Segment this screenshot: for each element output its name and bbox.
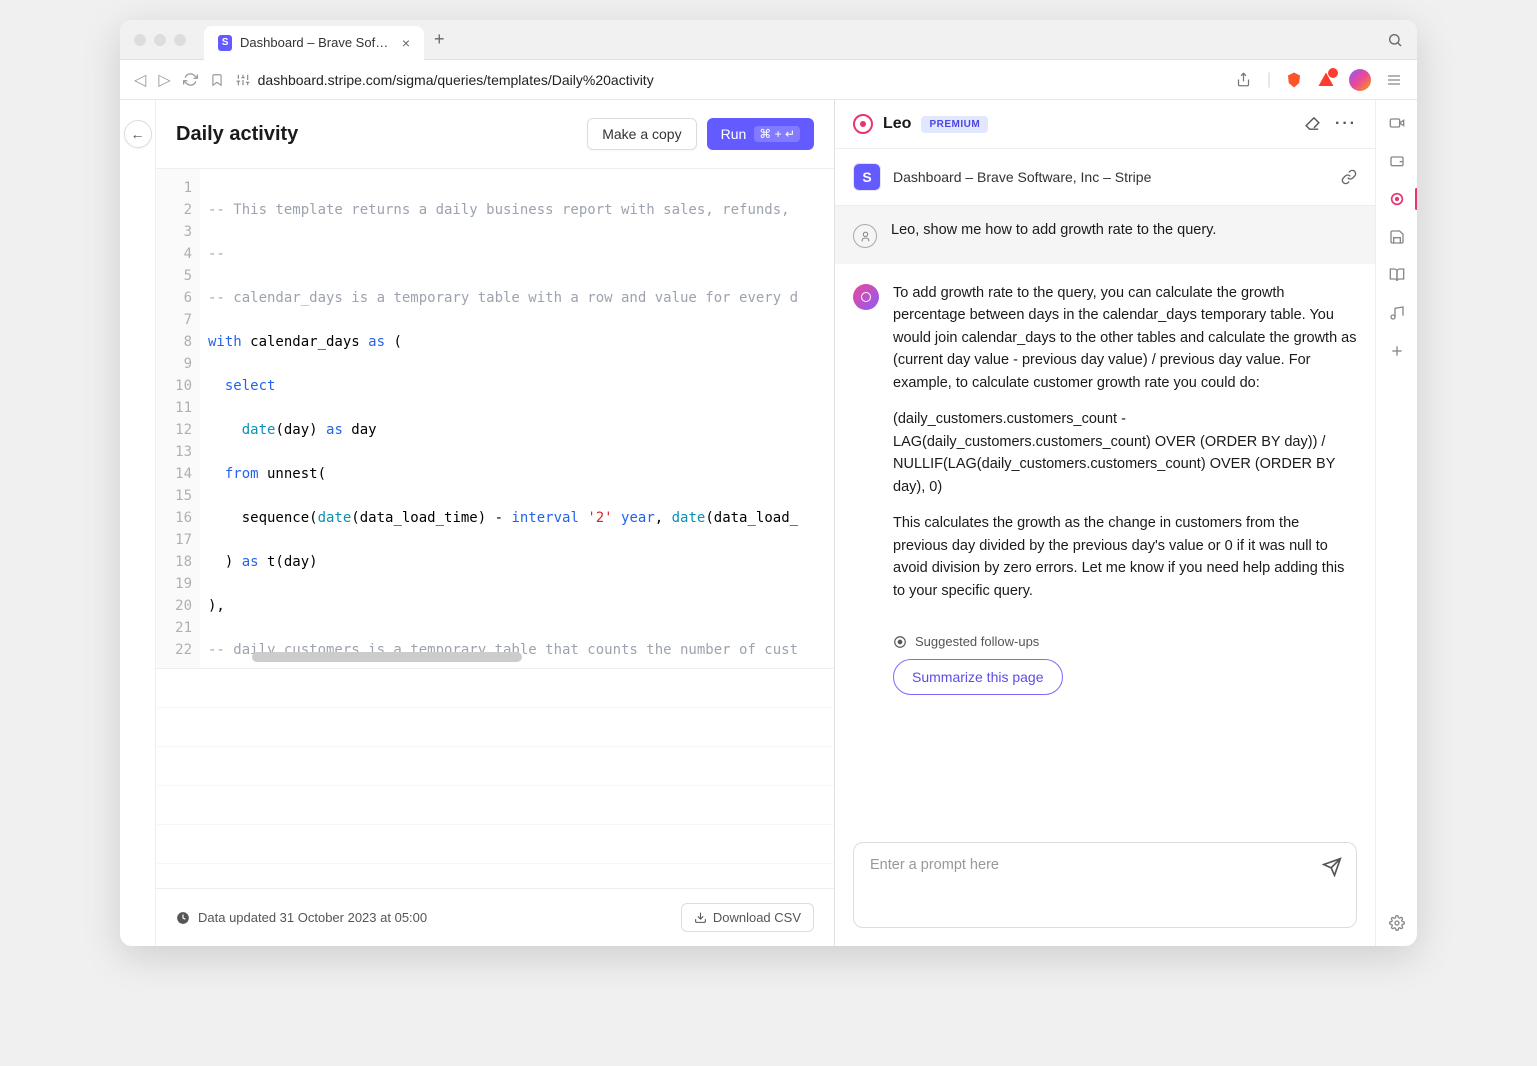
minimize-window[interactable] (154, 34, 166, 46)
music-icon[interactable] (1388, 304, 1406, 322)
user-avatar-icon (853, 224, 877, 248)
erase-icon[interactable] (1304, 115, 1321, 133)
leo-sidebar: Leo PREMIUM ··· S Dashboard – Brave Soft… (835, 100, 1375, 946)
follow-ups-label: Suggested follow-ups (893, 634, 1357, 649)
user-message-text: Leo, show me how to add growth rate to t… (891, 222, 1216, 238)
tab-title: Dashboard – Brave Software, (240, 35, 390, 50)
context-row: S Dashboard – Brave Software, Inc – Stri… (835, 149, 1375, 206)
follow-ups: Suggested follow-ups Summarize this page (835, 634, 1375, 713)
brave-rewards-icon[interactable] (1317, 71, 1335, 89)
reader-icon[interactable] (1388, 266, 1406, 284)
maximize-window[interactable] (174, 34, 186, 46)
context-title: Dashboard – Brave Software, Inc – Stripe (893, 169, 1151, 185)
site-settings-icon (236, 73, 250, 87)
right-rail (1375, 100, 1417, 946)
ai-avatar-icon (853, 284, 879, 310)
editor-footer: Data updated 31 October 2023 at 05:00 Do… (156, 888, 834, 946)
sparkle-icon (893, 635, 907, 649)
send-icon[interactable] (1322, 857, 1342, 877)
reload-button[interactable] (183, 72, 198, 87)
main-panel: Daily activity Make a copy Run ⌘ + ↵ 123… (156, 100, 835, 946)
stripe-favicon: S (218, 35, 232, 51)
bookmark-icon[interactable] (210, 73, 224, 87)
page-back-button[interactable]: ← (124, 120, 152, 148)
chat-area: Leo, show me how to add growth rate to t… (835, 206, 1375, 828)
line-gutter: 12345678910111213141516171819202122 (156, 169, 200, 668)
context-favicon: S (853, 163, 881, 191)
tab-search-icon[interactable] (1387, 32, 1403, 48)
profile-avatar[interactable] (1349, 69, 1371, 91)
browser-window: S Dashboard – Brave Software, × + ◁ ▷ da… (120, 20, 1417, 946)
sql-editor[interactable]: 12345678910111213141516171819202122 -- T… (156, 168, 834, 668)
results-area (156, 668, 834, 888)
make-copy-button[interactable]: Make a copy (587, 118, 696, 150)
clock-icon (176, 911, 190, 925)
window-controls (134, 34, 186, 46)
save-rail-icon[interactable] (1388, 228, 1406, 246)
run-shortcut: ⌘ + ↵ (754, 126, 800, 142)
leo-header-actions: ··· (1304, 115, 1357, 133)
prompt-input[interactable]: Enter a prompt here (853, 842, 1357, 928)
leo-rail-icon[interactable] (1388, 190, 1406, 208)
user-message: Leo, show me how to add growth rate to t… (835, 206, 1375, 264)
summarize-button[interactable]: Summarize this page (893, 659, 1063, 695)
download-csv-button[interactable]: Download CSV (681, 903, 814, 932)
leo-icon (853, 114, 873, 134)
page-content: ← Daily activity Make a copy Run ⌘ + ↵ 1… (120, 100, 1417, 946)
download-icon (694, 911, 707, 924)
address-bar[interactable]: dashboard.stripe.com/sigma/queries/templ… (236, 72, 1223, 88)
horizontal-scrollbar[interactable] (252, 652, 522, 662)
settings-icon[interactable] (1388, 914, 1406, 932)
code-area[interactable]: -- This template returns a daily busines… (200, 169, 834, 668)
run-label: Run (721, 126, 747, 142)
brave-shields-icon[interactable] (1285, 71, 1303, 89)
prompt-placeholder: Enter a prompt here (870, 857, 999, 873)
new-tab-button[interactable]: + (434, 29, 445, 50)
video-icon[interactable] (1388, 114, 1406, 132)
header-actions: Make a copy Run ⌘ + ↵ (587, 118, 814, 150)
page-header: Daily activity Make a copy Run ⌘ + ↵ (156, 100, 834, 168)
left-rail: ← (120, 100, 156, 946)
run-button[interactable]: Run ⌘ + ↵ (707, 118, 814, 150)
ai-message-body: To add growth rate to the query, you can… (893, 282, 1357, 616)
titlebar: S Dashboard – Brave Software, × + (120, 20, 1417, 60)
unlink-icon[interactable] (1341, 169, 1357, 185)
menu-icon[interactable] (1385, 71, 1403, 89)
leo-header: Leo PREMIUM ··· (835, 100, 1375, 149)
toolbar-right: | (1235, 69, 1403, 91)
more-icon[interactable]: ··· (1335, 115, 1357, 133)
premium-badge: PREMIUM (921, 116, 988, 133)
browser-tab-active[interactable]: S Dashboard – Brave Software, × (204, 26, 424, 60)
browser-tabs: S Dashboard – Brave Software, × + (204, 23, 445, 57)
leo-title: Leo (883, 115, 911, 133)
add-rail-icon[interactable] (1388, 342, 1406, 360)
browser-toolbar: ◁ ▷ dashboard.stripe.com/sigma/queries/t… (120, 60, 1417, 100)
url-text: dashboard.stripe.com/sigma/queries/templ… (258, 72, 654, 88)
page-title: Daily activity (176, 123, 298, 146)
share-icon[interactable] (1235, 71, 1253, 89)
ai-message: To add growth rate to the query, you can… (835, 264, 1375, 634)
data-updated-text: Data updated 31 October 2023 at 05:00 (198, 910, 427, 925)
prompt-area: Enter a prompt here (835, 828, 1375, 946)
forward-button[interactable]: ▷ (158, 70, 170, 90)
close-window[interactable] (134, 34, 146, 46)
wallet-icon[interactable] (1388, 152, 1406, 170)
close-tab-icon[interactable]: × (402, 35, 410, 51)
back-button[interactable]: ◁ (134, 70, 146, 90)
